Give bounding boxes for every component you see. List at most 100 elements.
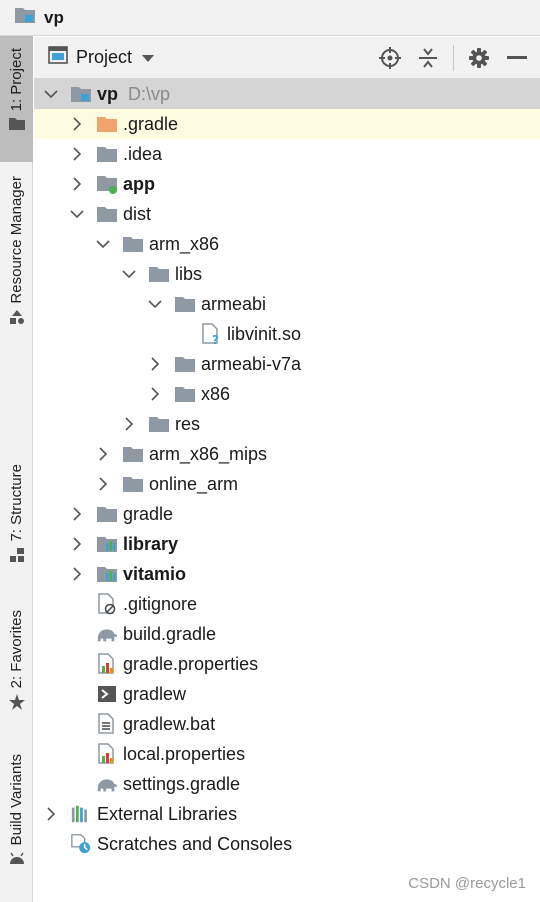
structure-icon <box>9 547 25 567</box>
tree-item-local-properties[interactable]: local.properties <box>34 739 540 769</box>
tab-structure-label: 7: Structure <box>8 464 25 542</box>
tree-item-path-hint: D:\vp <box>128 83 171 104</box>
chevron-right-icon[interactable] <box>44 807 58 821</box>
tree-item-label: local.properties <box>123 743 246 764</box>
project-panel-header: Project <box>34 37 540 79</box>
gear-icon[interactable] <box>466 45 492 71</box>
tree-item-gradle[interactable]: .gradle <box>34 109 540 139</box>
shell-script-icon <box>96 684 118 704</box>
star-icon <box>8 694 25 715</box>
tree-item-settings-gradle[interactable]: settings.gradle <box>34 769 540 799</box>
tree-item-app[interactable]: app <box>34 169 540 199</box>
collapse-all-icon[interactable] <box>415 45 441 71</box>
chevron-down-icon[interactable] <box>148 297 162 311</box>
tree-item-scratches-and-consoles[interactable]: Scratches and Consoles <box>34 829 540 859</box>
gitignore-file-icon <box>96 593 118 615</box>
tab-build-variants-label: Build Variants <box>8 754 25 846</box>
tab-favorites[interactable]: 2: Favorites <box>0 610 33 726</box>
properties-file-icon <box>96 653 118 674</box>
view-mode-dropdown[interactable]: Project <box>48 46 155 69</box>
gradle-elephant-icon <box>96 774 118 794</box>
tree-item-label: Scratches and Consoles <box>97 833 293 854</box>
tab-project[interactable]: 1: Project <box>0 36 33 162</box>
tree-item-dist[interactable]: dist <box>34 199 540 229</box>
tree-item-label: External Libraries <box>97 803 238 824</box>
chevron-down-icon <box>142 47 155 68</box>
tree-item-vitamio[interactable]: vitamio <box>34 559 540 589</box>
tree-item-build-gradle[interactable]: build.gradle <box>34 619 540 649</box>
chevron-right-icon[interactable] <box>70 177 84 191</box>
android-icon <box>9 851 25 869</box>
tree-item-gradlew-bat[interactable]: gradlew.bat <box>34 709 540 739</box>
tree-item-idea[interactable]: .idea <box>34 139 540 169</box>
tree-item-libvinit-so[interactable]: ? libvinit.so <box>34 319 540 349</box>
chevron-right-icon[interactable] <box>70 507 84 521</box>
chevron-down-icon[interactable] <box>44 87 58 101</box>
chevron-down-icon[interactable] <box>70 207 84 221</box>
tree-item-label: res <box>175 413 201 434</box>
tab-favorites-label: 2: Favorites <box>8 610 25 689</box>
chevron-right-icon[interactable] <box>70 567 84 581</box>
tree-item-external-libraries[interactable]: External Libraries <box>34 799 540 829</box>
tree-item-gitignore[interactable]: .gitignore <box>34 589 540 619</box>
folder-icon <box>96 204 118 224</box>
breadcrumb-project[interactable]: vp <box>44 8 64 28</box>
tree-item-label: arm_x86_mips <box>149 443 268 464</box>
tree-item-label: gradle <box>123 503 174 524</box>
tree-item-armeabi[interactable]: armeabi <box>34 289 540 319</box>
tree-item-x86[interactable]: x86 <box>34 379 540 409</box>
folder-icon <box>122 444 144 464</box>
chevron-right-icon[interactable] <box>96 477 110 491</box>
scratches-icon <box>70 834 92 854</box>
chevron-right-icon[interactable] <box>122 417 136 431</box>
tree-item-gradle[interactable]: gradle <box>34 499 540 529</box>
tree-item-res[interactable]: res <box>34 409 540 439</box>
project-tree: vp D:\vp .gradle .idea app dist arm_x86 libs arm… <box>34 79 540 859</box>
tree-item-label: dist <box>123 203 152 224</box>
tree-item-label: gradlew.bat <box>123 713 216 734</box>
tab-resource-manager[interactable]: Resource Manager <box>0 176 33 356</box>
chevron-right-icon[interactable] <box>96 447 110 461</box>
chevron-right-icon[interactable] <box>148 387 162 401</box>
tree-item-arm-x86-mips[interactable]: arm_x86_mips <box>34 439 540 469</box>
tree-item-gradlew[interactable]: gradlew <box>34 679 540 709</box>
chevron-right-icon[interactable] <box>70 147 84 161</box>
tree-item-label: vitamio <box>123 563 187 584</box>
library-module-icon <box>96 534 118 554</box>
tree-item-vp[interactable]: vp D:\vp <box>34 79 540 109</box>
folder-icon <box>174 354 196 374</box>
project-view-icon <box>48 46 68 69</box>
tree-item-online-arm[interactable]: online_arm <box>34 469 540 499</box>
orange-folder-icon <box>96 114 118 134</box>
tree-item-label: vp <box>97 83 119 104</box>
tree-item-armeabi-v7a[interactable]: armeabi-v7a <box>34 349 540 379</box>
toolbar-divider <box>453 45 454 71</box>
tree-item-label: gradle.properties <box>123 653 259 674</box>
folder-icon <box>96 144 118 164</box>
chevron-right-icon[interactable] <box>70 117 84 131</box>
tree-item-library[interactable]: library <box>34 529 540 559</box>
tree-item-gradle-properties[interactable]: gradle.properties <box>34 649 540 679</box>
tree-item-arm-x86[interactable]: arm_x86 <box>34 229 540 259</box>
minimize-icon[interactable] <box>504 45 530 71</box>
tree-item-label: x86 <box>201 383 231 404</box>
tab-resource-manager-label: Resource Manager <box>8 176 25 304</box>
tree-item-libs[interactable]: libs <box>34 259 540 289</box>
locate-icon[interactable] <box>377 45 403 71</box>
chevron-right-icon[interactable] <box>148 357 162 371</box>
chevron-down-icon[interactable] <box>122 267 136 281</box>
module-folder-icon <box>70 84 92 104</box>
tab-structure[interactable]: 7: Structure <box>0 464 33 588</box>
tree-item-label: gradlew <box>123 683 187 704</box>
folder-icon <box>148 414 170 434</box>
gradle-elephant-icon <box>96 624 118 644</box>
chevron-right-icon[interactable] <box>70 537 84 551</box>
tab-build-variants[interactable]: Build Variants <box>0 754 33 894</box>
folder-icon <box>8 117 25 135</box>
chevron-down-icon[interactable] <box>96 237 110 251</box>
tree-item-label: .idea <box>123 143 163 164</box>
